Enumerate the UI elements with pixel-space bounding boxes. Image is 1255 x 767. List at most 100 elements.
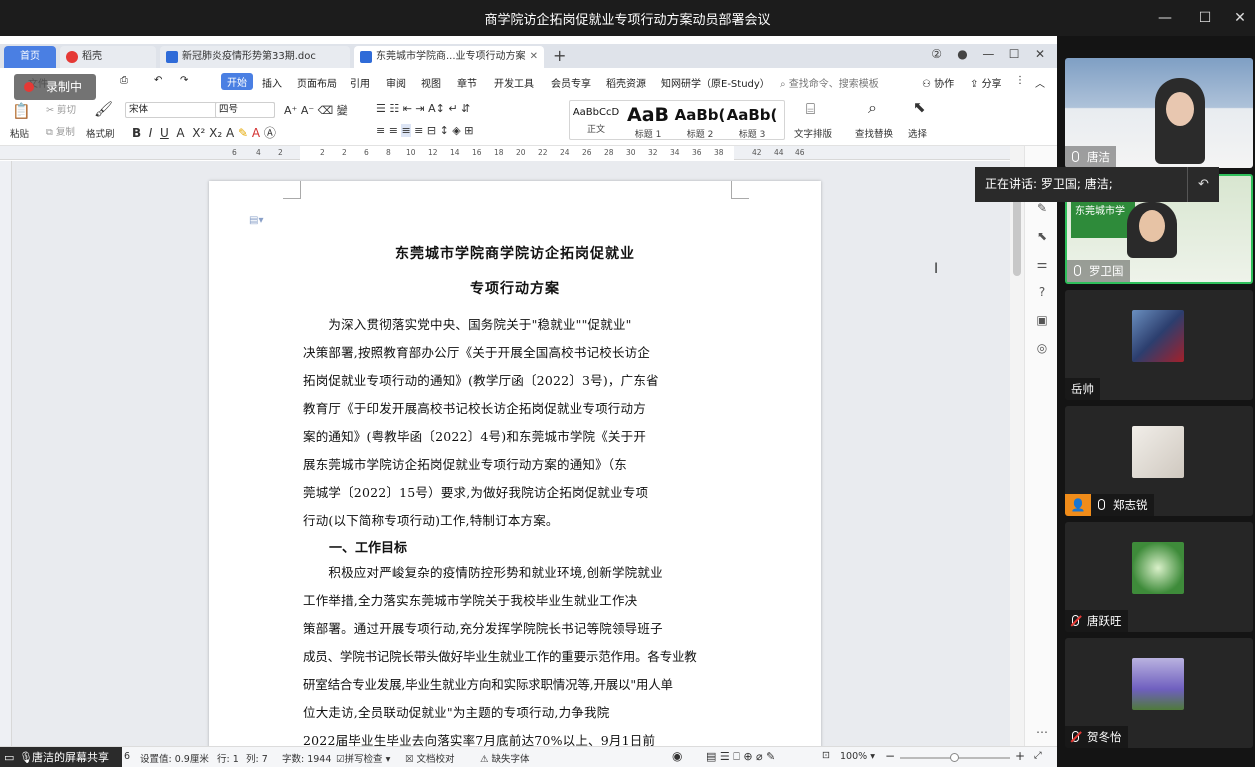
collapse-ribbon-icon[interactable]: ︿ <box>1035 75 1045 90</box>
text-layout-icon[interactable]: ⌸ <box>806 100 815 118</box>
word-doc-icon <box>360 51 372 63</box>
participant-tile[interactable]: 👤 郑志锐 <box>1065 406 1253 516</box>
zoom-slider-thumb[interactable] <box>950 753 959 762</box>
participant-tile[interactable]: 唐洁 <box>1065 58 1253 168</box>
tab-home[interactable]: 首页 <box>4 46 56 68</box>
menu-view[interactable]: 视图 <box>421 75 441 90</box>
document-page[interactable]: ▤▾ 东莞城市学院商学院访企拓岗促就业 专项行动方案 为深入贯彻落实党中央、国务… <box>209 181 821 761</box>
compass-icon[interactable]: ◎ <box>1034 340 1050 356</box>
close-tab-icon[interactable]: ✕ <box>530 46 538 68</box>
spell-check-toggle[interactable]: ☑拼写检查 ▾ <box>336 751 390 765</box>
more-icon[interactable]: ⋮ <box>1015 75 1025 86</box>
font-grow-shrink-icons[interactable]: A⁺ A⁻ ⌫ 變 <box>284 102 348 118</box>
participant-tile[interactable]: 岳帅 <box>1065 290 1253 400</box>
find-replace-button[interactable]: 查找替换 <box>855 126 893 140</box>
zoom-select[interactable]: 100% ▾ <box>840 751 875 762</box>
font-size-select[interactable]: 四号 <box>215 102 275 118</box>
paragraph-line: 策部署。通过开展专项行动,充分发挥学院院长书记等院领导班子 <box>303 621 663 636</box>
command-search[interactable]: ⌕ 查找命令、搜索模板 <box>780 75 879 90</box>
maximize-icon[interactable]: ☐ <box>1195 8 1215 28</box>
fullscreen-icon[interactable]: ⤢ <box>1034 750 1042 761</box>
user-avatar-icon[interactable]: ● <box>952 47 974 61</box>
minimize-icon[interactable]: — <box>977 47 999 61</box>
missing-font-button[interactable]: ⚠ 缺失字体 <box>480 751 530 765</box>
window-count-icon[interactable]: ② <box>926 47 948 61</box>
collaborate-button[interactable]: ⚇ 协作 <box>922 75 954 90</box>
copy-button[interactable]: ⧉ 复制 <box>46 124 75 138</box>
doc-nav-icon[interactable]: ▤▾ <box>249 215 263 226</box>
ruler-tick: 24 <box>560 148 570 157</box>
participant-tile[interactable]: 贺冬怡 <box>1065 638 1253 748</box>
vertical-scrollbar[interactable] <box>1010 146 1024 746</box>
text-format-icons[interactable]: B I U A X² X₂ A ✎ A Ⓐ <box>132 124 276 141</box>
mic-icon <box>1072 151 1079 162</box>
find-replace-icon[interactable]: ⌕ <box>868 98 877 118</box>
pen-icon[interactable]: ✎ <box>1034 200 1050 216</box>
tab-covid-doc[interactable]: 新冠肺炎疫情形势第33期.doc <box>160 46 350 68</box>
menu-chapter[interactable]: 章节 <box>457 75 477 90</box>
menu-home[interactable]: 开始 <box>221 73 253 90</box>
maximize-icon[interactable]: ☐ <box>1003 47 1025 61</box>
cut-button[interactable]: ✂ 剪切 <box>46 102 76 116</box>
select-button[interactable]: 选择 <box>908 126 927 140</box>
alignment-icons[interactable]: ≡ ≡ ≡ ≡ ⊟ ↕ ◈ ⊞ <box>376 124 473 137</box>
style-normal[interactable]: AaBbCcD 正文 <box>570 101 622 139</box>
screen-icon: ▭ <box>4 751 15 764</box>
style-heading-1[interactable]: AaB 标题 1 <box>622 101 674 140</box>
fit-page-icon[interactable]: ⊡ <box>822 750 830 761</box>
format-painter-icon[interactable]: 🖌 <box>94 100 113 118</box>
menu-insert[interactable]: 插入 <box>262 75 282 90</box>
help-icon[interactable]: ? <box>1034 284 1050 300</box>
margin-corner-mark <box>731 181 749 199</box>
share-button[interactable]: ⇪ 分享 <box>970 75 1002 90</box>
eye-protection-icon[interactable]: ◉ <box>672 749 682 763</box>
reply-icon[interactable]: ↶ <box>1187 167 1219 202</box>
sliders-icon[interactable]: ⚌ <box>1034 256 1050 272</box>
menu-page-layout[interactable]: 页面布局 <box>297 75 337 90</box>
avatar <box>1132 426 1184 478</box>
style-normal-label: 正文 <box>586 125 605 135</box>
participant-tile[interactable]: 唐跃旺 <box>1065 522 1253 632</box>
list-indent-icons[interactable]: ☰ ☷ ⇤ ⇥ A↕ ↵ ⇵ <box>376 102 470 115</box>
menu-cnki[interactable]: 知网研学（原E-Study） <box>661 75 770 90</box>
tab-docer[interactable]: 稻壳 <box>60 46 156 68</box>
new-tab-icon[interactable]: + <box>553 46 566 65</box>
menu-developer[interactable]: 开发工具 <box>494 75 534 90</box>
select-icon[interactable]: ⬉ <box>913 98 926 116</box>
redo-icon[interactable]: ↷ <box>180 75 188 86</box>
style-heading-2[interactable]: AaBb( 标题 2 <box>674 101 726 140</box>
doc-proofread-button[interactable]: ☒ 文档校对 <box>405 751 455 765</box>
row-indicator: 行: 1 <box>217 754 239 765</box>
undo-icon[interactable]: ↶ <box>154 75 162 86</box>
view-mode-icons[interactable]: ▤ ☰ ⎕ ⊕ ⌀ ✎ <box>706 750 775 764</box>
horizontal-ruler[interactable]: 6 4 2 2 2 6 8 10 12 14 16 18 20 22 24 26… <box>0 146 1010 160</box>
ruler-tick: 42 <box>752 148 762 157</box>
minimize-icon[interactable]: — <box>1155 8 1175 28</box>
image-edit-icon[interactable]: ▣ <box>1034 312 1050 328</box>
paste-icon[interactable]: 📋 <box>12 102 31 120</box>
menu-references[interactable]: 引用 <box>350 75 370 90</box>
paragraph-line: 成员、学院书记院长带头做好毕业生就业工作的重要示范作用。各专业教 <box>303 649 697 664</box>
print-icon[interactable]: ⎙ <box>120 75 128 86</box>
zoom-out-icon[interactable]: − <box>885 749 895 763</box>
doc-proofread-label: 文档校对 <box>416 754 455 765</box>
zoom-in-icon[interactable]: + <box>1015 749 1025 763</box>
text-layout-button[interactable]: 文字排版 <box>794 126 832 140</box>
participant-video <box>1127 202 1177 258</box>
word-count[interactable]: 字数: 1944 <box>282 751 331 765</box>
menu-review[interactable]: 审阅 <box>386 75 406 90</box>
tab-action-plan[interactable]: 东莞城市学院商...业专项行动方案 ✕ <box>354 46 544 68</box>
ruler-tick: 2 <box>320 148 325 157</box>
style-heading-3[interactable]: AaBb( 标题 3 <box>726 101 778 140</box>
paste-button[interactable]: 粘贴 <box>10 126 29 140</box>
meeting-title-bar: 商学院访企拓岗促就业专项行动方案动员部署会议 — ☐ ✕ <box>0 0 1255 36</box>
zoom-slider[interactable] <box>900 753 1010 762</box>
close-icon[interactable]: ✕ <box>1029 47 1051 61</box>
pointer-icon[interactable]: ⬉ <box>1034 228 1050 244</box>
format-painter-button[interactable]: 格式刷 <box>86 126 115 140</box>
more-tools-icon[interactable]: … <box>1034 721 1050 737</box>
close-icon[interactable]: ✕ <box>1230 8 1250 28</box>
menu-member[interactable]: 会员专享 <box>551 75 591 90</box>
menu-docer-resources[interactable]: 稻壳资源 <box>606 75 646 90</box>
vertical-ruler[interactable] <box>0 161 12 746</box>
